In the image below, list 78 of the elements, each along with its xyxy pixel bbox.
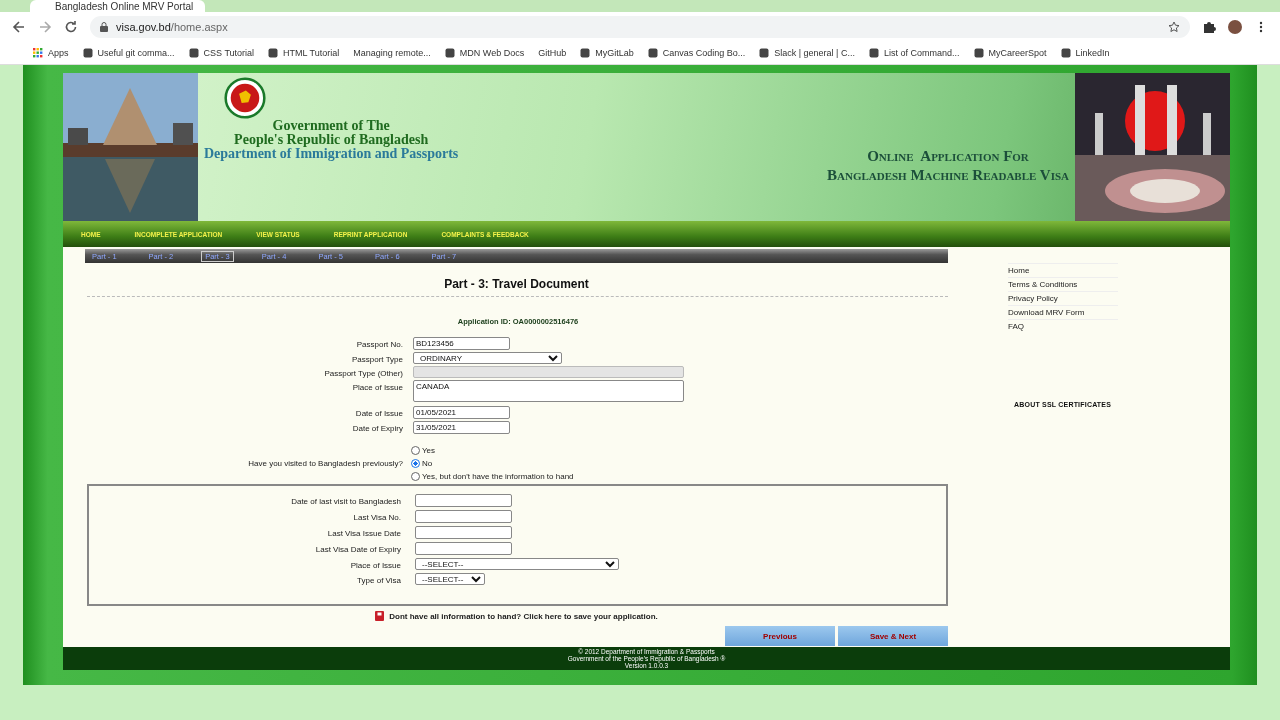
field-label: Date of Issue: [354, 408, 403, 418]
bookmark[interactable]: Canvas Coding Bo...: [662, 48, 746, 58]
radio-button[interactable]: [411, 459, 420, 468]
star-icon[interactable]: [1168, 21, 1180, 33]
radio-label: No: [422, 459, 433, 468]
radio-label: Yes, but don't have the information to hand: [422, 472, 574, 481]
radio-label: Yes: [422, 446, 436, 455]
text-field[interactable]: [415, 542, 512, 555]
radio-button[interactable]: [411, 446, 420, 455]
forward-icon[interactable]: [38, 20, 52, 34]
puzzle-icon[interactable]: [1202, 20, 1216, 34]
site-icon: [268, 48, 279, 58]
field-label: Last Visa Date of Expiry: [314, 544, 401, 554]
text-field[interactable]: [415, 494, 512, 507]
avatar[interactable]: [1228, 20, 1242, 34]
address-bar[interactable]: visa.gov.bd/home.aspx: [90, 16, 1190, 38]
reload-icon[interactable]: [64, 20, 78, 34]
banner-heading: People's Republic of Bangladesh: [234, 133, 429, 147]
site-icon: [444, 48, 455, 58]
bookmark[interactable]: GitHub: [538, 48, 567, 58]
field-label: Date of Expiry: [351, 423, 403, 433]
question-label: Have you visited to Bangladesh previously?: [247, 459, 403, 468]
bookmark[interactable]: Apps: [48, 48, 69, 58]
dropdown[interactable]: --SELECT--: [415, 558, 619, 570]
text-field[interactable]: [415, 510, 512, 523]
site-icon: [973, 48, 984, 58]
bookmark[interactable]: Useful git comma...: [97, 48, 175, 58]
bookmark[interactable]: LinkedIn: [1075, 48, 1110, 58]
field-label: Place of Issue: [349, 560, 401, 570]
banner-title: Bangladesh Machine Readable Visa: [827, 166, 1069, 185]
site-icon: [580, 48, 591, 58]
nav-button[interactable]: Save & Next: [838, 626, 948, 646]
field-label: Date of last visit to Bangladesh: [290, 496, 401, 506]
banner-heading: Government of The: [272, 119, 390, 133]
field-label: Type of Visa: [356, 575, 401, 585]
bookmark[interactable]: Managing remote...: [353, 48, 431, 58]
dropdown[interactable]: --SELECT--: [415, 573, 485, 585]
site-icon: [188, 48, 199, 58]
page-title: Part - 3: Travel Document: [443, 277, 590, 291]
bookmark[interactable]: MyCareerSpot: [988, 48, 1047, 58]
radio-button[interactable]: [411, 472, 420, 481]
field-label: Passport No.: [355, 339, 403, 349]
nav-button[interactable]: Previous: [725, 626, 835, 646]
banner-title: Online Application For: [867, 147, 1029, 166]
field-label: Place of Issue: [351, 382, 403, 392]
site-icon: [647, 48, 658, 58]
bookmark[interactable]: HTML Tutorial: [283, 48, 340, 58]
save-link[interactable]: Dont have all information to hand? Click here to save your application.: [389, 611, 658, 621]
text-field[interactable]: 31/05/2021: [413, 421, 510, 434]
bookmark[interactable]: MDN Web Docs: [459, 48, 525, 58]
field-label: Passport Type (Other): [323, 368, 403, 378]
sidebar-link[interactable]: Terms & Conditions: [1008, 277, 1118, 291]
field-label: Last Visa No.: [352, 512, 401, 522]
save-icon[interactable]: [375, 611, 385, 621]
apps-grid-icon: [33, 48, 43, 58]
bookmark[interactable]: List of Command...: [883, 48, 960, 58]
text-field[interactable]: 01/05/2021: [413, 406, 510, 419]
field-label: Last Visa Issue Date: [326, 528, 401, 538]
sidebar-link[interactable]: Privacy Policy: [1008, 291, 1118, 305]
text-field[interactable]: BD123456: [413, 337, 510, 350]
dropdown[interactable]: ORDINARY: [413, 352, 562, 364]
text-area[interactable]: CANADA: [413, 380, 684, 402]
banner-heading: Department of Immigration and Passports: [204, 147, 459, 161]
sidebar-link[interactable]: Home: [1008, 263, 1118, 277]
site-icon: [759, 48, 770, 58]
sidebar-link[interactable]: FAQ: [1008, 319, 1118, 333]
text-field[interactable]: [415, 526, 512, 539]
sidebar-link[interactable]: Download MRV Form: [1008, 305, 1118, 319]
browser-tab[interactable]: Bangladesh Online MRV Portal: [30, 0, 205, 12]
site-icon: [1060, 48, 1071, 58]
field-label: Passport Type: [351, 354, 403, 364]
bookmark[interactable]: Slack | general | C...: [774, 48, 855, 58]
bookmark[interactable]: CSS Tutorial: [203, 48, 255, 58]
lock-icon: [100, 22, 108, 32]
site-icon: [82, 48, 93, 58]
site-icon: [868, 48, 879, 58]
bookmark[interactable]: MyGitLab: [595, 48, 634, 58]
back-icon[interactable]: [12, 20, 26, 34]
